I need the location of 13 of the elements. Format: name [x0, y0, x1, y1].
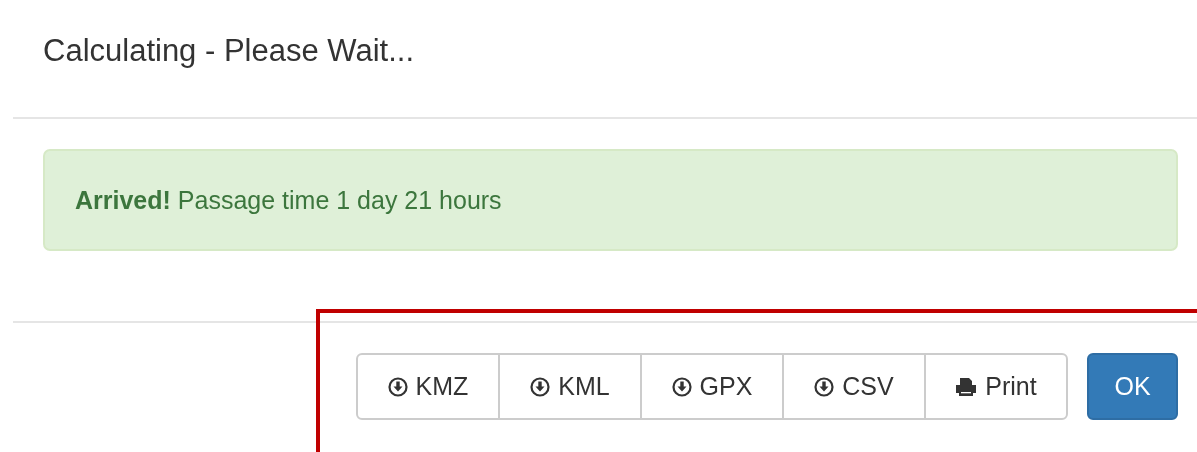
download-icon	[530, 376, 551, 397]
print-button[interactable]: Print	[924, 353, 1068, 420]
download-icon	[671, 376, 692, 397]
download-button[interactable]: KML	[498, 353, 642, 420]
download-icon	[387, 376, 408, 397]
download-button[interactable]: KMZ	[356, 353, 500, 420]
printer-icon	[955, 376, 978, 397]
download-button[interactable]: CSV	[782, 353, 926, 420]
modal-title: Calculating - Please Wait...	[43, 34, 414, 69]
success-alert: Arrived! Passage time 1 day 21 hours	[43, 149, 1178, 251]
download-icon	[814, 376, 835, 397]
download-button[interactable]: GPX	[640, 353, 784, 420]
ok-button[interactable]: OK	[1087, 353, 1178, 420]
